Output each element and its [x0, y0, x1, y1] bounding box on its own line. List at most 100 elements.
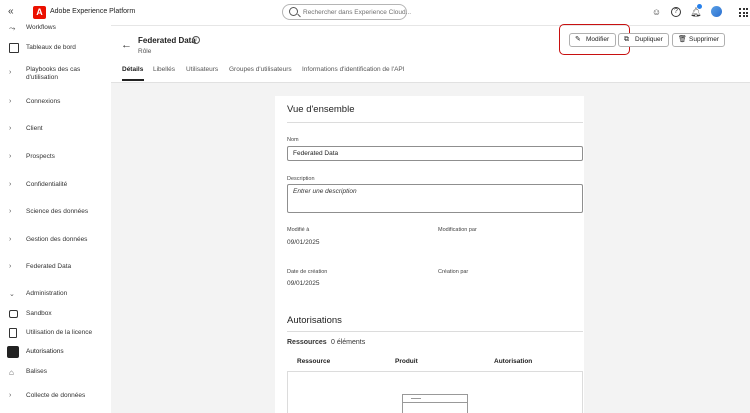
workflow-icon: ⤳	[9, 24, 16, 33]
chevron-right-icon: ›	[9, 125, 12, 132]
permissions-icon	[7, 346, 19, 358]
sidebar-item-data-science[interactable]: › Science des données	[0, 205, 111, 221]
sidebar-item-dashboards[interactable]: Tableaux de bord	[0, 41, 111, 57]
sidebar-item-administration[interactable]: ⌄ Administration	[0, 287, 111, 303]
resources-label: Ressources	[287, 339, 327, 346]
chevron-right-icon: ›	[9, 69, 12, 76]
page-title: Federated Data	[138, 36, 196, 45]
duplicate-icon: ⧉	[624, 36, 629, 43]
sidebar-item-sandbox[interactable]: Sandbox	[0, 307, 111, 323]
info-icon[interactable]: i	[192, 36, 200, 44]
resources-table	[287, 371, 583, 413]
chevron-right-icon: ›	[9, 392, 12, 399]
sidebar-item-label: Utilisation de la licence	[26, 329, 93, 336]
search-input[interactable]: Rechercher dans Experience Cloud...	[282, 4, 411, 20]
resources-count: 0 éléments	[331, 339, 366, 346]
tag-icon: ⌂	[9, 368, 14, 377]
created-label: Date de création	[287, 269, 328, 275]
notification-dot	[697, 4, 702, 9]
collapse-sidebar-icon[interactable]: «	[8, 6, 14, 17]
pencil-icon: ✎	[575, 36, 581, 43]
adobe-logo: A	[33, 6, 46, 19]
tab-user-groups[interactable]: Groupes d'utilisateurs	[229, 66, 292, 73]
dashboard-icon	[9, 43, 19, 53]
section-divider	[287, 122, 583, 123]
app-name: Adobe Experience Platform	[50, 8, 136, 15]
tab-details[interactable]: Détails	[122, 66, 143, 73]
sidebar-item-label: Tableaux de bord	[26, 44, 76, 51]
sidebar-item-prospects[interactable]: › Prospects	[0, 150, 111, 166]
name-label: Nom	[287, 137, 299, 143]
page-header: ← Federated Data i Rôle ✎ Modifier ⧉ Dup…	[111, 24, 750, 83]
empty-state-illustration	[402, 394, 468, 413]
sidebar-item-playbooks[interactable]: › Playbooks des cas d'utilisation	[0, 63, 111, 85]
sidebar-item-data-collection[interactable]: › Collecte de données	[0, 389, 111, 405]
tab-users[interactable]: Utilisateurs	[186, 66, 218, 73]
sidebar-item-client[interactable]: › Client	[0, 122, 111, 138]
description-field[interactable]: Entrer une description	[287, 184, 583, 213]
help-icon[interactable]: ?	[671, 7, 681, 17]
sidebar-item-label: Autorisations	[26, 348, 64, 355]
sidebar-item-label: Workflows	[26, 24, 56, 31]
sidebar-item-label: Client	[26, 125, 43, 132]
user-avatar[interactable]	[711, 6, 722, 17]
column-header-permission[interactable]: Autorisation	[494, 358, 532, 365]
permissions-title: Autorisations	[287, 315, 342, 326]
sidebar-item-label: Administration	[26, 290, 68, 297]
sidebar-item-federated-data[interactable]: › Federated Data	[0, 260, 111, 276]
search-placeholder: Rechercher dans Experience Cloud...	[303, 9, 412, 16]
chevron-right-icon: ›	[9, 208, 12, 215]
chevron-right-icon: ›	[9, 98, 12, 105]
tab-api-credentials[interactable]: Informations d'identification de l'API	[302, 66, 405, 73]
sidebar: ⤳ Workflows Tableaux de bord › Playbooks…	[0, 21, 111, 413]
page-subtitle: Rôle	[138, 48, 152, 55]
details-card: Vue d'ensemble Nom Federated Data Descri…	[275, 96, 584, 413]
chevron-right-icon: ›	[9, 263, 12, 270]
sidebar-item-workflows[interactable]: ⤳ Workflows	[0, 21, 111, 37]
sidebar-item-license-usage[interactable]: Utilisation de la licence	[0, 326, 111, 342]
sidebar-item-connections[interactable]: › Connexions	[0, 95, 111, 111]
app-switcher-icon[interactable]	[739, 8, 748, 17]
active-tab-indicator	[122, 79, 144, 81]
chevron-right-icon: ›	[9, 236, 12, 243]
sidebar-item-label: Playbooks des cas d'utilisation	[26, 66, 81, 81]
trash-icon: 🗑︎	[678, 36, 687, 43]
edit-button-label: Modifier	[586, 36, 610, 43]
column-header-product[interactable]: Produit	[395, 358, 418, 365]
sidebar-item-label: Balises	[26, 368, 47, 375]
modified-value: 09/01/2025	[287, 239, 320, 246]
sidebar-item-label: Prospects	[26, 153, 55, 160]
sidebar-item-data-management[interactable]: › Gestion des données	[0, 233, 111, 249]
main-content: ← Federated Data i Rôle ✎ Modifier ⧉ Dup…	[111, 24, 750, 413]
edit-button[interactable]: ✎ Modifier	[569, 33, 616, 47]
sidebar-item-label: Connexions	[26, 98, 61, 105]
search-icon	[289, 7, 298, 16]
delete-button-label: Supprimer	[689, 36, 719, 43]
section-divider	[287, 331, 583, 332]
delete-button[interactable]: 🗑︎ Supprimer	[672, 33, 725, 47]
tab-labels[interactable]: Libellés	[153, 66, 175, 73]
license-icon	[9, 328, 17, 338]
name-field[interactable]: Federated Data	[287, 146, 583, 161]
modified-by-label: Modification par	[438, 227, 477, 233]
chevron-right-icon: ›	[9, 153, 12, 160]
header-divider	[111, 82, 750, 83]
chevron-down-icon: ⌄	[9, 291, 15, 298]
sandbox-icon	[9, 310, 18, 318]
sidebar-item-tags[interactable]: ⌂ Balises	[0, 365, 111, 381]
overview-title: Vue d'ensemble	[287, 104, 355, 115]
chevron-right-icon: ›	[9, 181, 12, 188]
sidebar-item-permissions[interactable]: Autorisations	[0, 345, 111, 361]
duplicate-button[interactable]: ⧉ Dupliquer	[618, 33, 669, 47]
sidebar-item-privacy[interactable]: › Confidentialité	[0, 178, 111, 194]
feedback-icon[interactable]: ☺	[651, 7, 662, 18]
sidebar-item-label: Science des données	[26, 208, 89, 215]
created-by-label: Création par	[438, 269, 469, 275]
sidebar-item-label: Collecte de données	[26, 392, 86, 399]
sidebar-item-label: Federated Data	[26, 263, 72, 270]
created-value: 09/01/2025	[287, 280, 320, 287]
column-header-resource[interactable]: Ressource	[297, 358, 330, 365]
description-label: Description	[287, 176, 315, 182]
back-arrow-icon[interactable]: ←	[121, 39, 132, 51]
sidebar-item-label: Confidentialité	[26, 181, 68, 188]
